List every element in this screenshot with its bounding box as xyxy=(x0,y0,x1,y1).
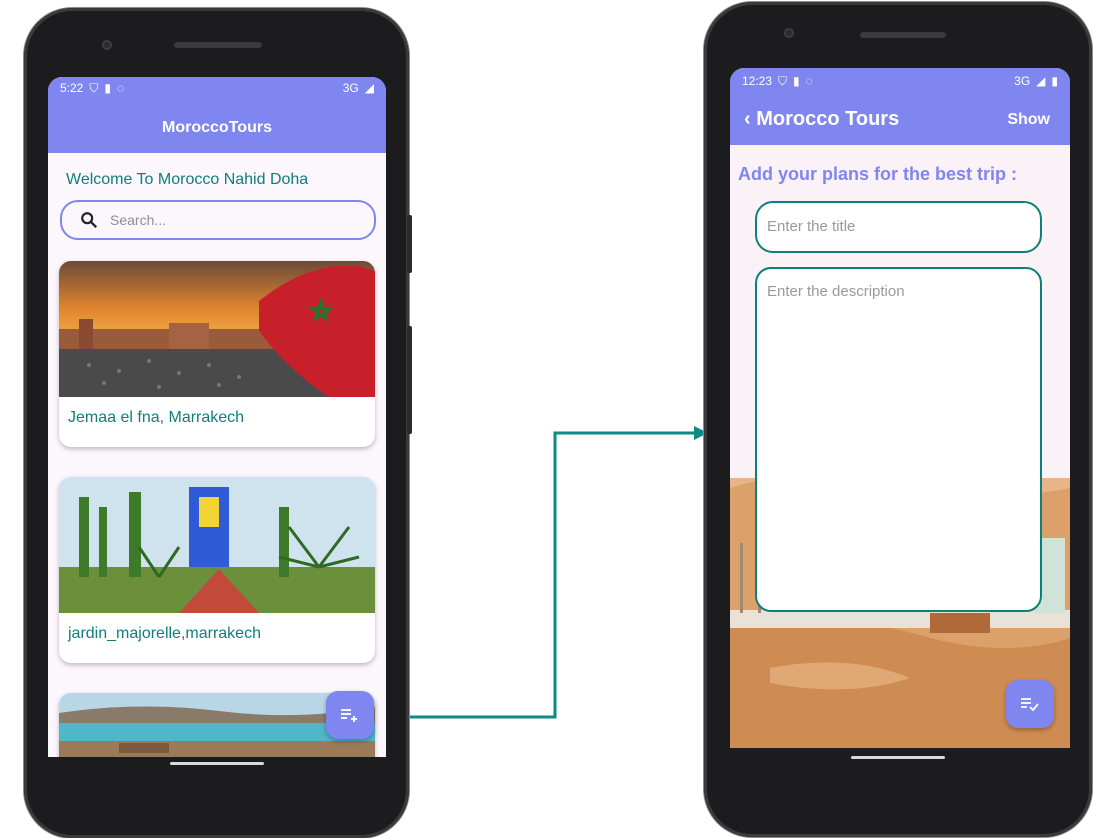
add-plan-button[interactable] xyxy=(326,691,374,739)
battery-icon: ▮ xyxy=(1051,74,1058,88)
playlist-check-icon xyxy=(1021,698,1039,712)
camera xyxy=(784,28,794,38)
search-input[interactable]: Search... xyxy=(60,200,376,240)
camera xyxy=(102,40,112,50)
place-photo xyxy=(59,261,375,397)
status-time: 5:22 xyxy=(60,81,84,95)
speaker xyxy=(860,32,946,38)
network-label: 3G xyxy=(342,81,359,95)
back-title: Morocco Tours xyxy=(756,108,900,130)
place-name: jardin_majorelle,marrakech xyxy=(68,625,261,642)
place-card-jemaa[interactable]: Jemaa el fna, Marrakech xyxy=(59,261,375,447)
power-button xyxy=(407,215,412,273)
sd-card-icon: ▮ xyxy=(104,81,111,95)
place-photo xyxy=(59,477,375,613)
signal-icon: ◢ xyxy=(364,81,374,95)
show-button[interactable]: Show xyxy=(1007,111,1050,129)
network-label: 3G xyxy=(1014,74,1031,88)
sync-icon: ◌ xyxy=(805,74,813,88)
add-plan-screen: 12:23 ⛉ ▮ ◌ 3G ◢ ▮ ‹ Morocco Tours Show … xyxy=(730,68,1070,748)
save-plan-button[interactable] xyxy=(1006,680,1054,728)
search-icon xyxy=(81,212,98,229)
place-name: Jemaa el fna, Marrakech xyxy=(68,409,245,426)
home-screen: 5:22 ⛉ ▮ ◌ 3G ◢ MoroccoTours Welcome To … xyxy=(48,77,386,757)
home-indicator xyxy=(851,756,945,759)
status-bar: 12:23 ⛉ ▮ ◌ 3G ◢ ▮ xyxy=(730,68,1070,92)
status-bar: 5:22 ⛉ ▮ ◌ 3G ◢ xyxy=(48,77,386,99)
title-field[interactable]: Enter the title xyxy=(755,201,1042,253)
sync-icon: ◌ xyxy=(116,81,125,95)
sd-card-icon: ▮ xyxy=(793,74,800,88)
place-card-majorelle[interactable]: jardin_majorelle,marrakech xyxy=(59,477,375,663)
shield-icon: ⛉ xyxy=(778,73,788,88)
volume-button xyxy=(407,326,412,434)
search-placeholder: Search... xyxy=(110,212,167,228)
speaker xyxy=(174,42,262,48)
back-button[interactable]: ‹ Morocco Tours xyxy=(744,108,899,131)
phone-left: 5:22 ⛉ ▮ ◌ 3G ◢ MoroccoTours Welcome To … xyxy=(24,8,412,838)
app-bar: 12:23 ⛉ ▮ ◌ 3G ◢ ▮ ‹ Morocco Tours Show xyxy=(730,68,1070,145)
app-bar: 5:22 ⛉ ▮ ◌ 3G ◢ MoroccoTours xyxy=(48,77,386,153)
app-title: MoroccoTours xyxy=(162,119,272,136)
plans-heading: Add your plans for the best trip : xyxy=(738,164,1018,184)
welcome-text: Welcome To Morocco Nahid Doha xyxy=(66,171,309,188)
home-indicator xyxy=(170,762,264,765)
playlist-add-icon xyxy=(341,709,357,722)
signal-icon: ◢ xyxy=(1036,74,1046,88)
title-placeholder: Enter the title xyxy=(767,218,856,235)
status-time: 12:23 xyxy=(742,74,773,88)
chevron-left-icon: ‹ xyxy=(744,108,751,130)
shield-icon: ⛉ xyxy=(89,80,99,95)
description-field[interactable]: Enter the description xyxy=(755,267,1042,612)
description-placeholder: Enter the description xyxy=(767,283,905,300)
phone-right: 12:23 ⛉ ▮ ◌ 3G ◢ ▮ ‹ Morocco Tours Show … xyxy=(704,2,1092,837)
